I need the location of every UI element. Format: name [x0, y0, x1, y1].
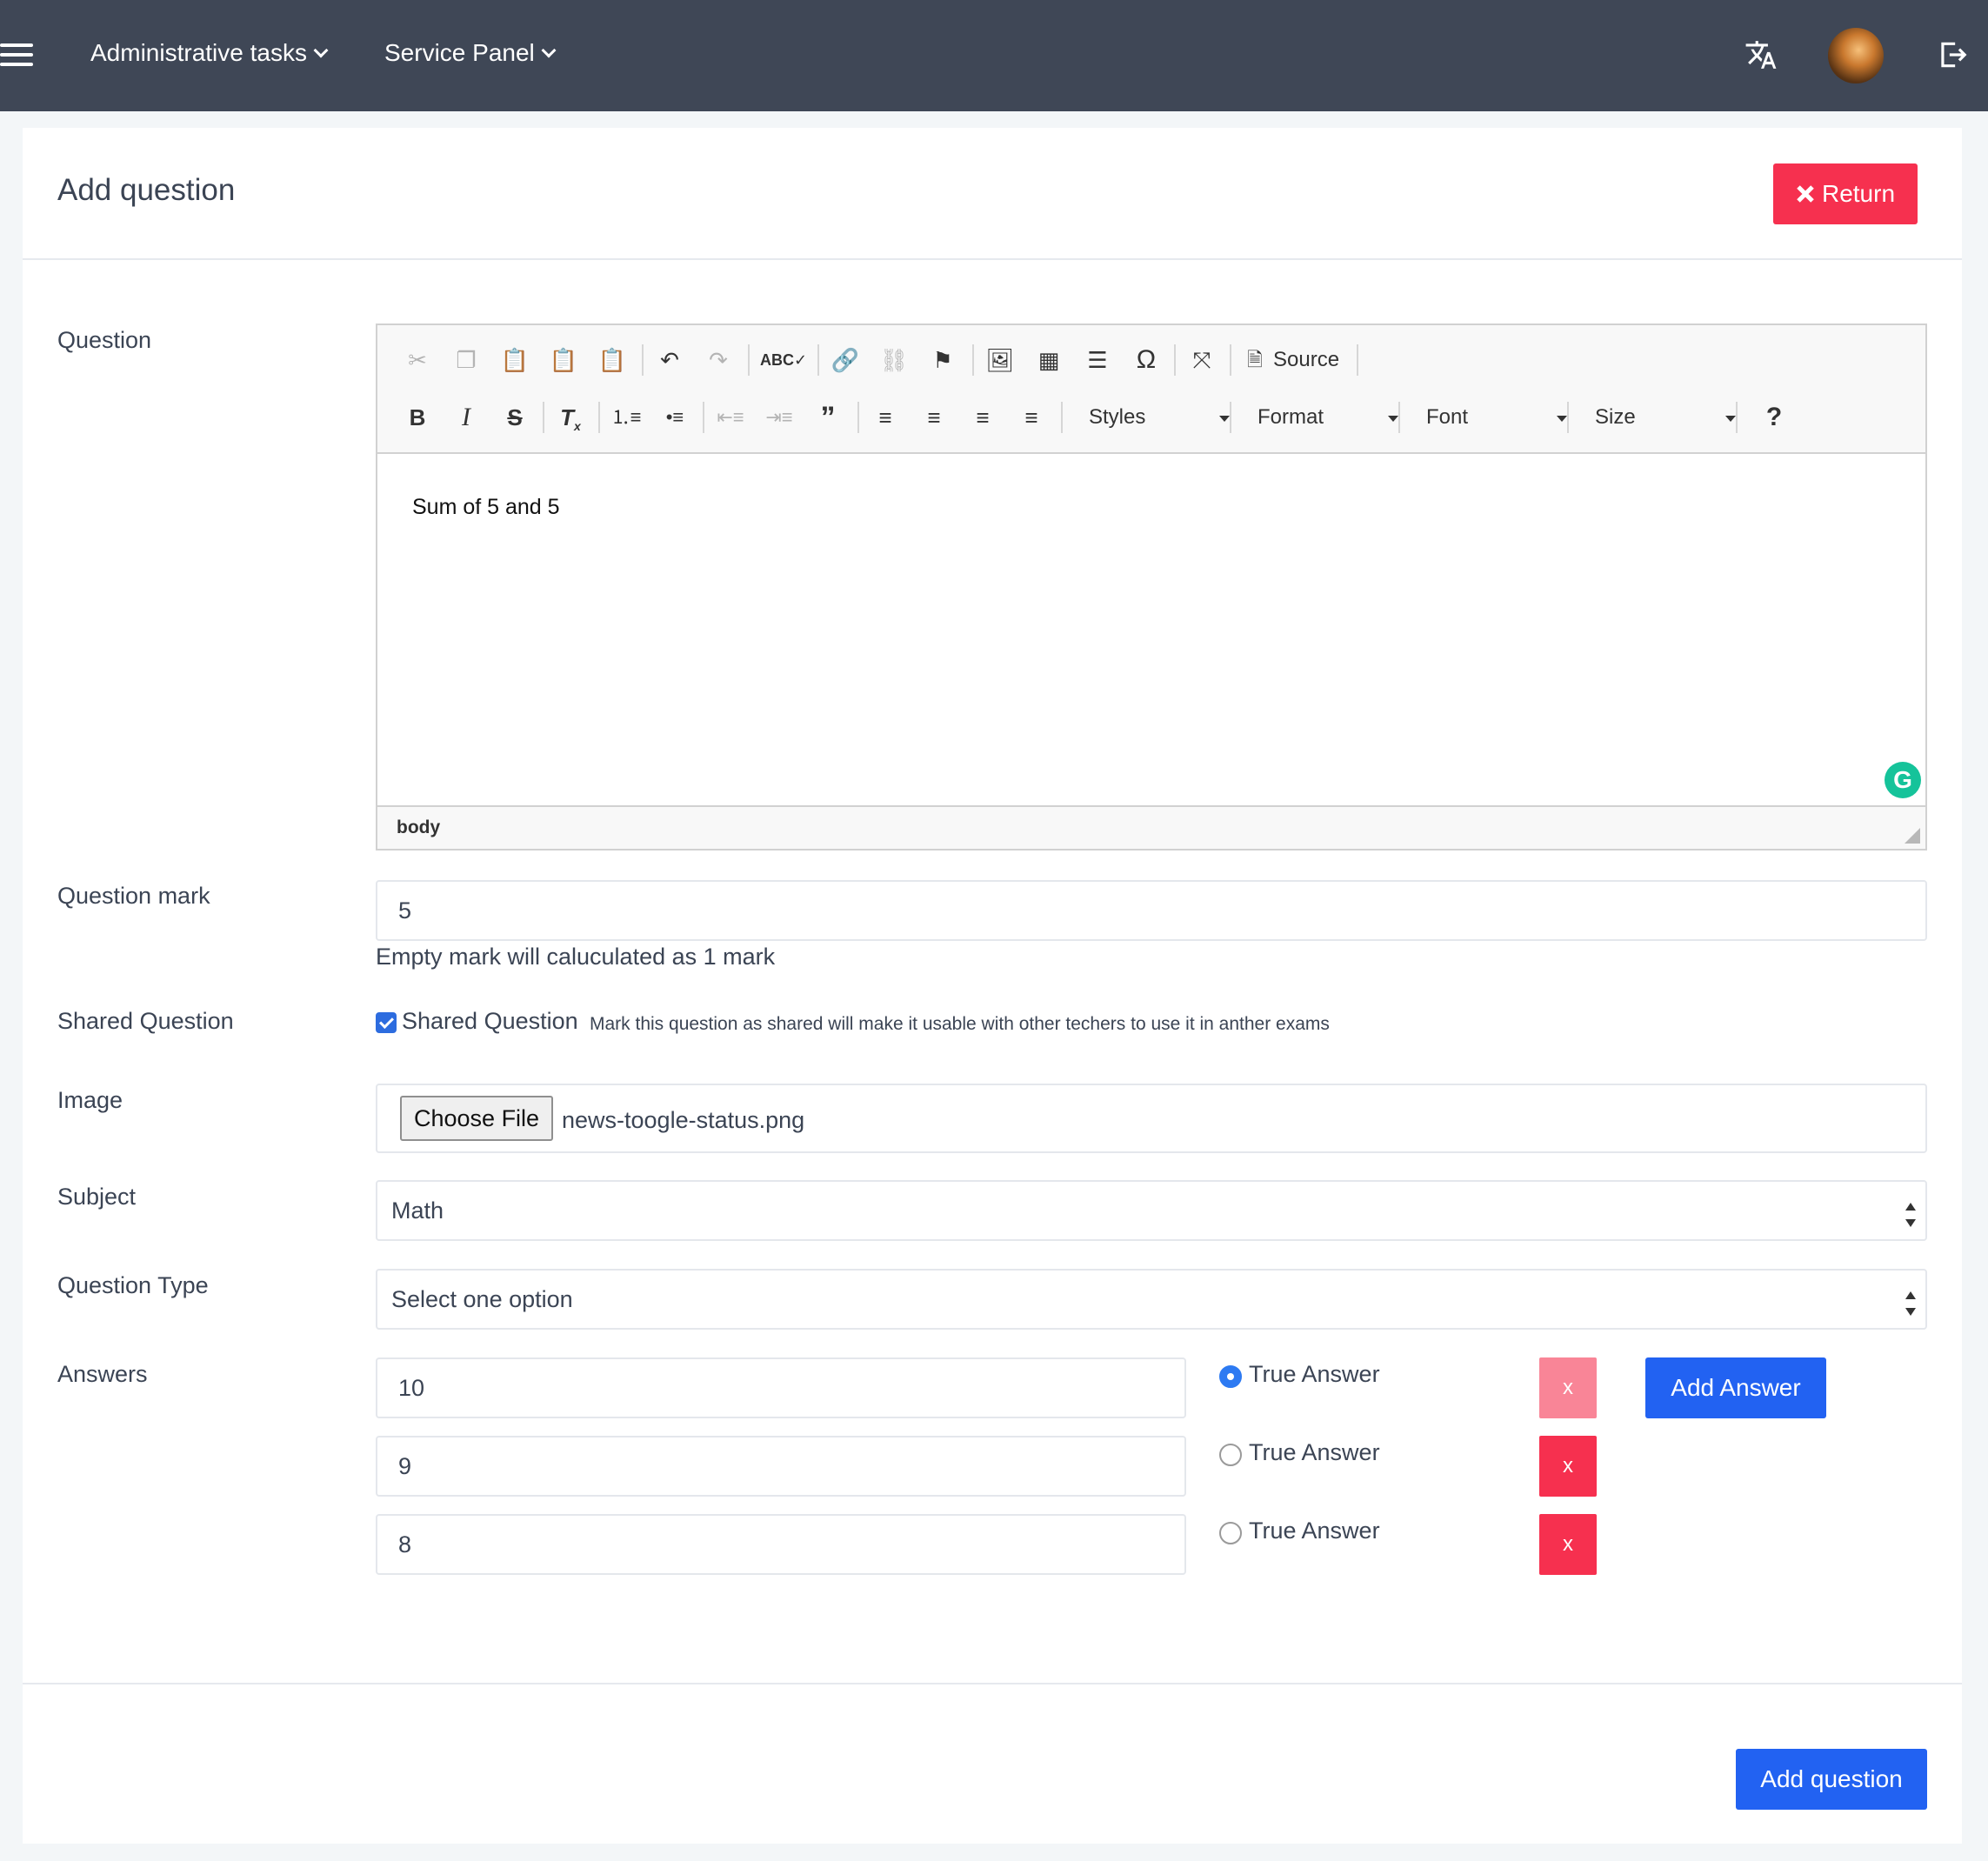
chevron-down-icon — [313, 43, 329, 58]
answer-input[interactable]: 9 — [376, 1436, 1186, 1497]
question-label: Question — [57, 327, 152, 353]
align-center-icon[interactable]: ≡ — [918, 402, 950, 433]
format-dropdown[interactable]: Format — [1258, 402, 1324, 433]
footer-divider — [23, 1683, 1962, 1684]
align-right-icon[interactable]: ≡ — [967, 402, 998, 433]
remove-answer-button[interactable]: x — [1539, 1357, 1597, 1418]
chevron-down-icon — [541, 43, 557, 58]
indent-icon[interactable]: ⇥≡ — [764, 402, 795, 433]
unlink-icon[interactable]: ⛓ — [878, 344, 910, 376]
choose-file-button[interactable]: Choose File — [400, 1096, 554, 1141]
header-divider — [23, 258, 1962, 260]
font-dropdown[interactable]: Font — [1426, 402, 1468, 433]
bold-icon[interactable]: B — [402, 402, 433, 433]
strike-icon[interactable]: S — [499, 402, 530, 433]
align-left-icon[interactable]: ≡ — [870, 402, 901, 433]
source-icon[interactable]: 🗎 — [1242, 344, 1268, 376]
translate-icon[interactable] — [1745, 38, 1778, 71]
select-arrows-icon — [1905, 1291, 1917, 1316]
close-icon — [1797, 185, 1814, 203]
italic-icon[interactable]: I — [450, 402, 482, 433]
image-icon[interactable]: 🖼 — [984, 344, 1016, 376]
mark-help-text: Empty mark will caluculated as 1 mark — [376, 944, 776, 970]
logout-icon[interactable] — [1936, 38, 1969, 71]
help-icon[interactable]: ? — [1758, 402, 1790, 433]
anchor-flag-icon[interactable]: ⚑ — [927, 344, 958, 376]
shared-question-label: Shared Question — [57, 1008, 234, 1034]
remove-answer-button[interactable]: x — [1539, 1514, 1597, 1575]
link-icon[interactable]: 🔗 — [830, 344, 861, 376]
table-icon[interactable]: ▦ — [1033, 344, 1064, 376]
question-mark-label: Question mark — [57, 883, 210, 909]
nav-administrative-tasks[interactable]: Administrative tasks — [90, 39, 329, 67]
styles-dropdown[interactable]: Styles — [1089, 402, 1145, 433]
answers-label: Answers — [57, 1361, 148, 1387]
question-type-select[interactable]: Select one option — [376, 1269, 1927, 1330]
grammarly-icon[interactable]: G — [1885, 762, 1921, 798]
size-dropdown[interactable]: Size — [1595, 402, 1636, 433]
add-answer-button[interactable]: Add Answer — [1645, 1357, 1826, 1418]
shared-question-checkbox[interactable] — [376, 1012, 397, 1033]
paste-icon[interactable]: 📋 — [499, 344, 530, 376]
image-label: Image — [57, 1087, 123, 1113]
page-title: Add question — [57, 173, 236, 207]
caret-down-icon — [1219, 416, 1230, 422]
blockquote-icon[interactable]: ” — [812, 402, 844, 433]
resize-handle[interactable] — [1905, 828, 1920, 844]
select-arrows-icon — [1905, 1203, 1917, 1227]
numbered-list-icon[interactable]: ⒈≡ — [610, 402, 642, 433]
editor-content[interactable]: Sum of 5 and 5 — [412, 495, 560, 520]
remove-format-icon[interactable]: Tx — [555, 402, 586, 433]
rich-text-editor: ✂ ❐ 📋 📋 📋 ↶ ↷ ABC✓ 🔗 ⛓ ⚑ 🖼 ▦ ☰ Ω ⤧ 🗎 Sou… — [376, 324, 1927, 850]
align-justify-icon[interactable]: ≡ — [1016, 402, 1047, 433]
caret-down-icon — [1725, 416, 1736, 422]
caret-down-icon — [1388, 416, 1398, 422]
question-type-label: Question Type — [57, 1272, 209, 1298]
shared-question-hint: Mark this question as shared will make i… — [590, 1014, 1330, 1034]
true-answer-label[interactable]: True Answer — [1249, 1439, 1380, 1466]
true-answer-radio[interactable] — [1219, 1522, 1242, 1544]
editor-statusbar: body — [377, 805, 1925, 849]
return-button[interactable]: Return — [1773, 163, 1918, 224]
spellcheck-icon[interactable]: ABC✓ — [760, 344, 807, 376]
element-path[interactable]: body — [397, 817, 440, 838]
bulleted-list-icon[interactable]: •≡ — [659, 402, 690, 433]
image-file-input: Choose File news-toogle-status.png — [376, 1084, 1927, 1153]
source-button[interactable]: Source — [1273, 344, 1339, 376]
subject-select[interactable]: Math — [376, 1180, 1927, 1241]
cut-icon[interactable]: ✂ — [402, 344, 433, 376]
redo-icon[interactable]: ↷ — [703, 344, 734, 376]
top-navbar: Administrative tasks Service Panel — [0, 0, 1988, 111]
remove-answer-button[interactable]: x — [1539, 1436, 1597, 1497]
true-answer-label[interactable]: True Answer — [1249, 1517, 1380, 1544]
answer-input[interactable]: 10 — [376, 1357, 1186, 1418]
add-question-submit-button[interactable]: Add question — [1736, 1749, 1927, 1810]
true-answer-radio[interactable] — [1219, 1444, 1242, 1466]
undo-icon[interactable]: ↶ — [654, 344, 685, 376]
user-avatar[interactable] — [1828, 28, 1884, 83]
shared-question-checkbox-label[interactable]: Shared Question — [402, 1008, 578, 1035]
nav-service-panel[interactable]: Service Panel — [384, 39, 557, 67]
paste-word-icon[interactable]: 📋 — [597, 344, 628, 376]
selected-filename: news-toogle-status.png — [562, 1107, 805, 1133]
paste-text-icon[interactable]: 📋 — [548, 344, 579, 376]
horizontal-line-icon[interactable]: ☰ — [1082, 344, 1113, 376]
caret-down-icon — [1557, 416, 1567, 422]
subject-label: Subject — [57, 1184, 137, 1210]
copy-icon[interactable]: ❐ — [450, 344, 482, 376]
true-answer-label[interactable]: True Answer — [1249, 1361, 1380, 1388]
special-char-icon[interactable]: Ω — [1131, 344, 1162, 376]
maximize-icon[interactable]: ⤧ — [1186, 344, 1217, 376]
hamburger-icon[interactable] — [0, 43, 33, 66]
outdent-icon[interactable]: ⇤≡ — [715, 402, 746, 433]
add-question-card: Add question Return Question ✂ ❐ 📋 📋 📋 ↶… — [23, 128, 1962, 1844]
question-mark-input[interactable]: 5 — [376, 880, 1927, 941]
editor-toolbar: ✂ ❐ 📋 📋 📋 ↶ ↷ ABC✓ 🔗 ⛓ ⚑ 🖼 ▦ ☰ Ω ⤧ 🗎 Sou… — [377, 325, 1925, 454]
true-answer-radio[interactable] — [1219, 1365, 1242, 1388]
answer-input[interactable]: 8 — [376, 1514, 1186, 1575]
